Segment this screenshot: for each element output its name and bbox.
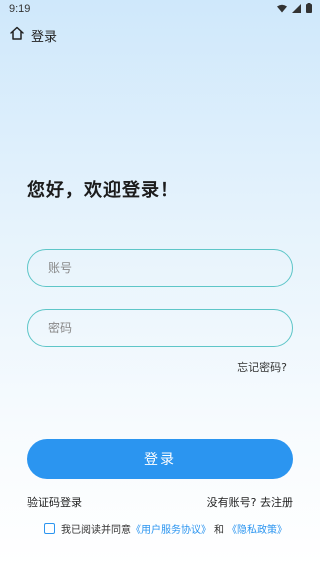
privacy-policy-link[interactable]: 《隐私政策》 xyxy=(227,521,287,536)
account-input[interactable] xyxy=(28,250,292,286)
agreement-prefix: 我已阅读并同意 xyxy=(61,525,131,536)
status-time: 9:19 xyxy=(9,3,31,15)
status-icons xyxy=(277,3,312,13)
header: 登录 xyxy=(0,22,320,48)
battery-icon xyxy=(306,3,312,13)
page-title: 登录 xyxy=(31,30,58,45)
agreement-conjunction: 和 xyxy=(214,525,224,536)
password-field[interactable] xyxy=(27,309,293,347)
agreement-checkbox[interactable] xyxy=(44,523,55,534)
signal-icon xyxy=(292,3,301,13)
register-row: 没有账号? 去注册 xyxy=(207,494,293,510)
login-button[interactable]: 登录 xyxy=(27,439,293,479)
password-input[interactable] xyxy=(28,310,292,346)
home-icon[interactable] xyxy=(9,25,25,41)
no-account-text: 没有账号? xyxy=(206,496,257,509)
sms-login-link[interactable]: 验证码登录 xyxy=(27,494,82,510)
status-bar: 9:19 xyxy=(0,0,320,18)
user-agreement-link[interactable]: 《用户服务协议》 xyxy=(131,521,211,536)
account-field[interactable] xyxy=(27,249,293,287)
greeting-heading: 您好，欢迎登录！ xyxy=(27,180,179,201)
register-link[interactable]: 去注册 xyxy=(260,496,293,509)
agreement-row: 我已阅读并同意 《用户服务协议》 和 《隐私政策》 xyxy=(44,521,287,536)
forgot-password-link[interactable]: 忘记密码? xyxy=(237,359,287,375)
wifi-icon xyxy=(277,4,287,12)
